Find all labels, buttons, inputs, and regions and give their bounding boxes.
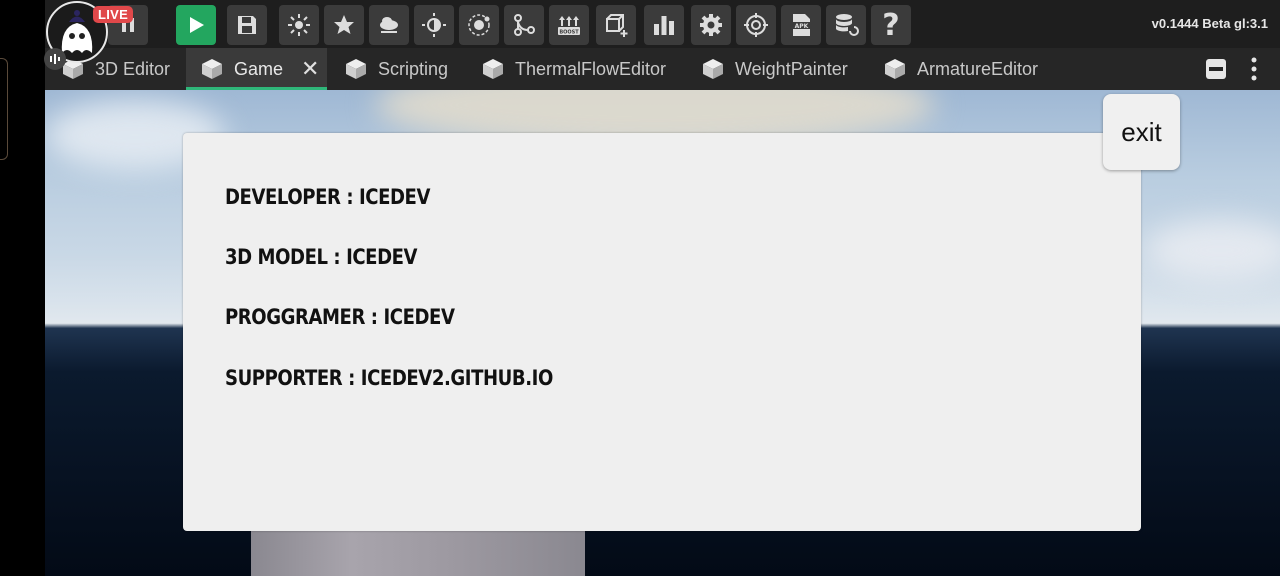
favorites-button[interactable]: [324, 5, 364, 45]
save-button[interactable]: [227, 5, 267, 45]
save-icon: [238, 16, 256, 34]
statistics-button[interactable]: [644, 5, 684, 45]
bar-chart-icon: [654, 16, 674, 35]
cube-icon: [202, 59, 222, 79]
tab-game[interactable]: Game ✕: [186, 48, 327, 90]
version-label: v0.1444 Beta gl:3.1: [1151, 16, 1268, 31]
cube-icon: [346, 59, 366, 79]
node-graph-button[interactable]: [504, 5, 544, 45]
boost-button[interactable]: BOOST: [549, 5, 589, 45]
exit-button[interactable]: exit: [1103, 94, 1180, 170]
weather-button[interactable]: [369, 5, 409, 45]
live-badge: LIVE: [93, 6, 134, 23]
svg-text:BOOST: BOOST: [559, 30, 579, 36]
orbit-button[interactable]: [459, 5, 499, 45]
audio-level-indicator[interactable]: [44, 48, 66, 70]
credits-panel: DEVELOPER : ICEDEV 3D MODEL : ICEDEV PRO…: [183, 133, 1141, 531]
supporter-credit: SUPPORTER : ICEDEV2.GITHUB.IO: [225, 366, 553, 390]
minimize-panel-icon[interactable]: [1203, 56, 1229, 82]
help-icon: ?: [882, 7, 900, 43]
apk-icon: APK: [793, 14, 810, 36]
tab-label: Scripting: [378, 58, 449, 79]
cube-icon: [703, 59, 723, 79]
tab-label: WeightPainter: [735, 58, 848, 79]
brightness-icon: [422, 13, 446, 37]
star-icon: [334, 15, 354, 34]
add-object-button[interactable]: [596, 5, 636, 45]
lighting-button[interactable]: [279, 5, 319, 45]
left-edge-strip: [0, 0, 45, 576]
tab-thermalflow-editor[interactable]: ThermalFlowEditor: [481, 48, 681, 90]
database-refresh-icon: [836, 14, 859, 36]
scene-pillar: [251, 530, 585, 576]
tab-label: Game: [234, 58, 284, 79]
tab-weight-painter[interactable]: WeightPainter: [701, 48, 871, 90]
play-button[interactable]: [176, 5, 216, 45]
play-icon: [190, 17, 204, 33]
orbit-icon: [468, 14, 490, 36]
add-cube-icon: [606, 14, 628, 37]
tab-armature-editor[interactable]: ArmatureEditor: [883, 48, 1058, 90]
build-apk-button[interactable]: APK: [781, 5, 821, 45]
cube-icon: [885, 59, 905, 79]
programmer-credit: PROGGRAMER : ICEDEV: [225, 305, 455, 329]
developer-credit: DEVELOPER : ICEDEV: [225, 185, 431, 209]
audio-bars-icon: [50, 54, 60, 64]
model-credit: 3D MODEL : ICEDEV: [225, 245, 418, 269]
target-button[interactable]: [736, 5, 776, 45]
more-options-icon[interactable]: [1241, 56, 1267, 82]
tab-scripting[interactable]: Scripting: [344, 48, 474, 90]
help-button[interactable]: ?: [871, 5, 911, 45]
tab-label: ArmatureEditor: [917, 58, 1039, 79]
settings-button[interactable]: [691, 5, 731, 45]
cube-icon: [483, 59, 503, 79]
sun-icon: [288, 14, 310, 36]
editor-tab-bar: 3D Editor Game ✕ Scripting ThermalFlowEd…: [45, 48, 1280, 90]
sky-cloud: [1145, 220, 1280, 280]
tab-label: 3D Editor: [95, 58, 171, 79]
target-icon: [744, 13, 768, 37]
tab-label: ThermalFlowEditor: [515, 58, 667, 79]
top-toolbar: BOOST APK ? v0.1444 Beta gl:3.1: [45, 0, 1280, 48]
close-tab-icon[interactable]: ✕: [301, 56, 319, 82]
cloud-icon: [380, 17, 398, 33]
side-drawer-handle[interactable]: [0, 58, 8, 160]
graph-nodes-icon: [514, 14, 535, 36]
brightness-button[interactable]: [414, 5, 454, 45]
svg-text:APK: APK: [795, 23, 809, 30]
settings-gear-icon: [700, 14, 722, 36]
database-button[interactable]: [826, 5, 866, 45]
boost-icon: BOOST: [558, 16, 580, 36]
